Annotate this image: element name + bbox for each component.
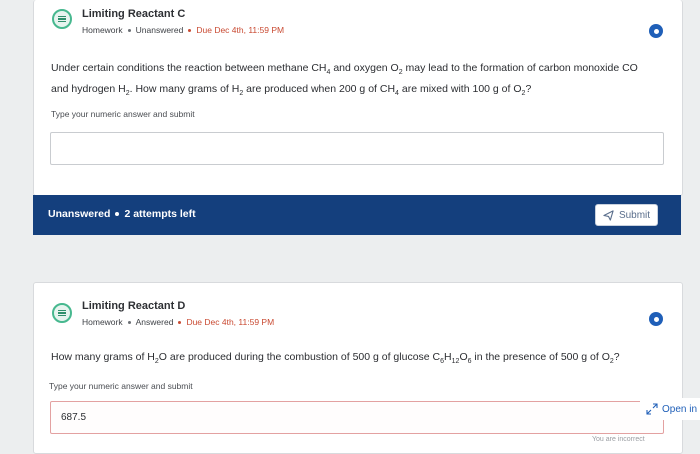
status-label: Unanswered [135, 25, 184, 35]
question-meta: Homework Unanswered Due Dec 4th, 11:59 PM [82, 25, 284, 35]
question-list-icon [52, 303, 72, 323]
send-icon [603, 209, 614, 221]
question-text: Under certain conditions the reaction be… [51, 62, 638, 98]
answer-hint: Type your numeric answer and submit [51, 109, 195, 119]
status-bar: Unanswered 2 attempts left Submit [33, 195, 681, 235]
question-meta: Homework Answered Due Dec 4th, 11:59 PM [82, 317, 274, 327]
question-card-c: Limiting Reactant C Homework Unanswered Du… [33, 0, 683, 196]
answer-input[interactable] [50, 132, 664, 165]
answer-input[interactable] [50, 401, 664, 434]
due-date: Due Dec 4th, 11:59 PM [186, 317, 275, 327]
select-radio[interactable] [649, 312, 663, 326]
question-text: How many grams of H2O are produced durin… [51, 351, 620, 366]
question-list-icon [52, 9, 72, 29]
select-radio[interactable] [649, 24, 663, 38]
question-card-d: Limiting Reactant D Homework Answered Due … [33, 282, 683, 454]
open-in-link[interactable]: Open in [640, 398, 700, 420]
feedback-text: You are incorrect [592, 436, 645, 443]
answer-hint: Type your numeric answer and submit [49, 381, 193, 391]
question-title[interactable]: Limiting Reactant C [82, 8, 185, 20]
submit-button[interactable]: Submit [595, 204, 658, 226]
category-label: Homework [82, 317, 123, 327]
status-label: Answered [135, 317, 174, 327]
expand-arrows-icon [646, 403, 658, 415]
attempts-status: Unanswered 2 attempts left [48, 208, 196, 220]
question-title[interactable]: Limiting Reactant D [82, 300, 185, 312]
category-label: Homework [82, 25, 123, 35]
due-date: Due Dec 4th, 11:59 PM [196, 25, 285, 35]
